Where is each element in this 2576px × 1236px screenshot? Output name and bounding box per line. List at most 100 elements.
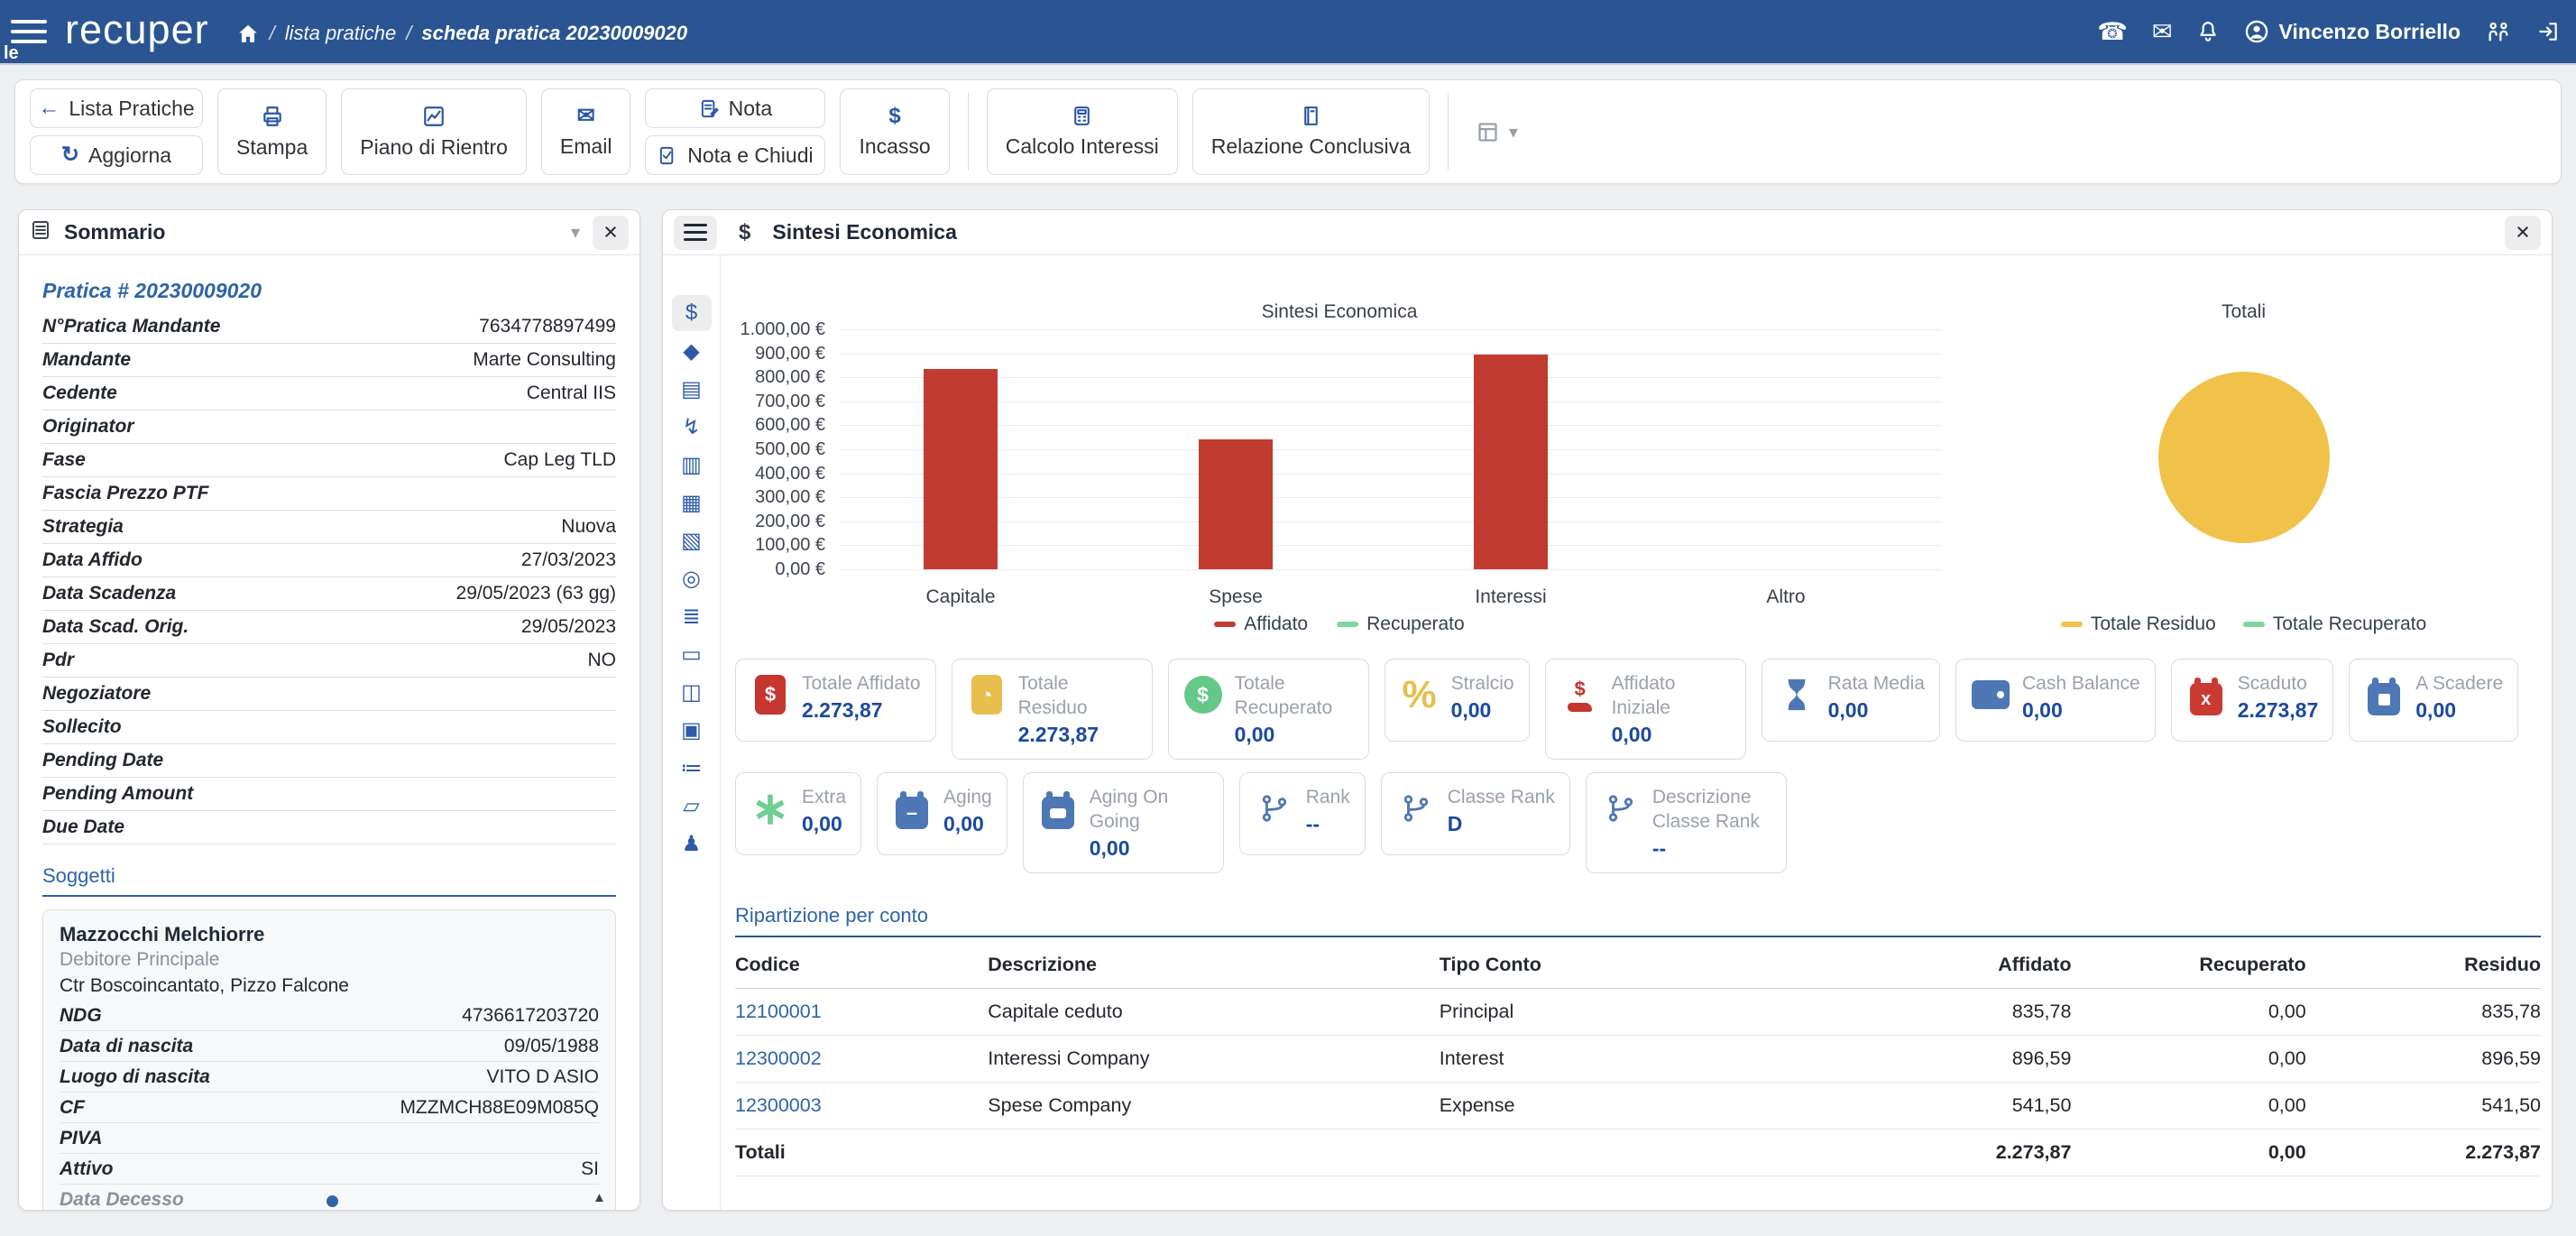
account-code-link[interactable]: 12300002	[735, 1036, 988, 1083]
stat-card-cash-balance[interactable]: Cash Balance0,00	[1955, 659, 2156, 742]
incoming-call-icon[interactable]: ☎	[2097, 20, 2128, 44]
sintesi-close-button[interactable]	[2505, 216, 2541, 250]
nota-button[interactable]: Nota	[645, 88, 825, 128]
relazione-conclusiva-button[interactable]: Relazione Conclusiva	[1192, 88, 1430, 175]
stat-card-a-scadere[interactable]: A Scadere0,00	[2349, 659, 2518, 742]
branch-icon	[1601, 785, 1641, 832]
pratica-link[interactable]: Pratica # 20230009020	[42, 279, 616, 303]
calendar-12-icon[interactable]: ◫	[672, 674, 712, 710]
ripartizione-heading: Ripartizione per conto	[735, 904, 2541, 937]
legend-totale-recuperato[interactable]: Totale Recuperato	[2243, 613, 2426, 635]
bar-spese[interactable]	[1199, 439, 1273, 569]
pie-totale[interactable]	[2158, 372, 2330, 543]
breadcrumb-lista-pratiche[interactable]: lista pratiche	[285, 22, 397, 45]
email-button[interactable]: ✉ Email	[541, 88, 631, 175]
nota-e-chiudi-button[interactable]: Nota e Chiudi	[645, 135, 825, 175]
mail-icon[interactable]: ✉	[2152, 20, 2173, 44]
sintesi-title: Sintesi Economica	[772, 220, 957, 244]
carousel-dot[interactable]	[327, 1195, 338, 1207]
stat-card-aging-on-going[interactable]: Aging On Going0,00	[1023, 772, 1224, 873]
layout-grid-button[interactable]	[1467, 120, 1527, 144]
stat-card-classe-rank[interactable]: Classe RankD	[1381, 772, 1570, 855]
subject-card[interactable]: Mazzocchi Melchiorre Debitore Principale…	[42, 909, 616, 1211]
document-dollar-icon	[755, 675, 786, 715]
stat-card-scaduto[interactable]: Scaduto2.273,87	[2171, 659, 2334, 742]
user-name: Vincenzo Borriello	[2278, 20, 2461, 44]
stat-card-extra[interactable]: Extra0,00	[735, 772, 861, 855]
handoff-people-icon[interactable]	[2485, 19, 2512, 44]
piano-di-rientro-button[interactable]: Piano di Rientro	[341, 88, 527, 175]
aggiorna-button[interactable]: ↻ Aggiorna	[30, 135, 203, 175]
folder-add-icon[interactable]: ▱	[672, 788, 712, 824]
stat-card-rata-media[interactable]: Rata Media0,00	[1762, 659, 1940, 742]
stampa-button[interactable]: Stampa	[217, 88, 327, 175]
conti-table: Codice Descrizione Tipo Conto Affidato R…	[735, 937, 2541, 1176]
summary-row: MandanteMarte Consulting	[42, 344, 616, 377]
account-code-link[interactable]: 12300003	[735, 1083, 988, 1130]
breadcrumb-current: scheda pratica 20230009020	[421, 22, 687, 45]
subject-name: Mazzocchi Melchiorre	[60, 923, 599, 946]
stat-card-descrizione-classe-rank[interactable]: Descrizione Classe Rank--	[1586, 772, 1787, 873]
table-row: 12300003 Spese Company Expense 541,50 0,…	[735, 1083, 2541, 1130]
account-code-link[interactable]: 12100001	[735, 989, 988, 1036]
topbar-actions: ☎ ✉ Vincenzo Borriello	[2097, 19, 2560, 44]
hourglass-icon	[1777, 671, 1817, 718]
document-clip-icon[interactable]: ▧	[672, 522, 712, 558]
person-icon[interactable]: ♟	[672, 826, 712, 862]
hand-dollar-icon	[1560, 671, 1600, 718]
breadcrumb: / lista pratiche / scheda pratica 202300…	[236, 22, 688, 45]
table-search-icon[interactable]: ◎	[672, 560, 712, 596]
stat-card-totale-recuperato[interactable]: Totale Recuperato0,00	[1168, 659, 1369, 760]
pie-chart-title: Totali	[1944, 301, 2544, 323]
legend-affidato[interactable]: Affidato	[1214, 613, 1308, 635]
summary-row: CedenteCentral IIS	[42, 377, 616, 410]
legend-recuperato[interactable]: Recuperato	[1337, 613, 1465, 635]
stat-card-rank[interactable]: Rank--	[1239, 772, 1366, 855]
stat-card-totale-affidato[interactable]: Totale Affidato2.273,87	[735, 659, 936, 742]
stat-card-stralcio[interactable]: Stralcio0,00	[1385, 659, 1530, 742]
book-icon[interactable]: ▭	[672, 636, 712, 672]
user-menu[interactable]: Vincenzo Borriello	[2244, 19, 2461, 44]
stat-card-totale-residuo[interactable]: Totale Residuo2.273,87	[952, 659, 1153, 760]
subject-row: PIVA	[60, 1123, 599, 1154]
economic-dollar-icon[interactable]: $	[672, 295, 712, 331]
x-label: Altro	[1678, 586, 1894, 608]
calendar-box-icon	[1042, 797, 1074, 829]
percent-icon	[1400, 671, 1440, 718]
puzzle-icon[interactable]: ◆	[672, 333, 712, 369]
stat-card-affidato-iniziale[interactable]: Affidato Iniziale0,00	[1545, 659, 1746, 760]
calendar-grid-icon[interactable]: ▦	[672, 484, 712, 521]
chart-icon	[422, 105, 446, 128]
sintesi-header: $ Sintesi Economica	[663, 210, 2552, 255]
stat-card-aging[interactable]: Aging0,00	[877, 772, 1007, 855]
scroll-up-icon[interactable]	[593, 1190, 606, 1205]
summary-row: Fascia Prezzo PTF	[42, 477, 616, 511]
list-add-bracket-icon[interactable]: ≔	[672, 750, 712, 786]
panel-menu-hamburger-icon[interactable]	[674, 216, 717, 250]
notifications-bell-icon[interactable]	[2196, 20, 2220, 43]
logout-icon[interactable]	[2536, 20, 2560, 43]
subject-row: NDG4736617203720	[60, 1001, 599, 1031]
app-logo: recuper	[65, 6, 209, 53]
branch-icon	[1255, 785, 1294, 832]
bar-capitale[interactable]	[924, 369, 998, 569]
legend-totale-residuo[interactable]: Totale Residuo	[2061, 613, 2216, 635]
clipboard-code-icon[interactable]: ▥	[672, 447, 712, 483]
note-icon	[699, 98, 720, 119]
sommario-close-button[interactable]	[593, 216, 629, 250]
charts-area: Sintesi Economica 1.000,00 € 900,00 € 80…	[735, 255, 2541, 659]
stat-cards-row-2: Extra0,00 Aging0,00 Aging On Going0,00 R…	[735, 772, 2541, 873]
pie-chart-area: Totali Totale Residuo Totale Recuperato	[1944, 255, 2544, 659]
incasso-button[interactable]: $ Incasso	[840, 88, 949, 175]
home-icon[interactable]	[236, 22, 260, 45]
summary-row: Data Affido27/03/2023	[42, 544, 616, 577]
bar-interessi[interactable]	[1474, 355, 1548, 569]
bar-chart-legend: Affidato Recuperato	[735, 613, 1944, 635]
lista-pratiche-button[interactable]: ← Lista Pratiche	[30, 88, 203, 128]
calendar-day-icon[interactable]: ▣	[672, 712, 712, 748]
collapse-caret-icon[interactable]	[571, 221, 580, 244]
clipboard-note-icon[interactable]: ▤	[672, 371, 712, 407]
flow-icon[interactable]: ↯	[672, 409, 712, 445]
calcolo-interessi-button[interactable]: Calcolo Interessi	[987, 88, 1178, 175]
list-add-icon[interactable]: ≣	[672, 598, 712, 634]
